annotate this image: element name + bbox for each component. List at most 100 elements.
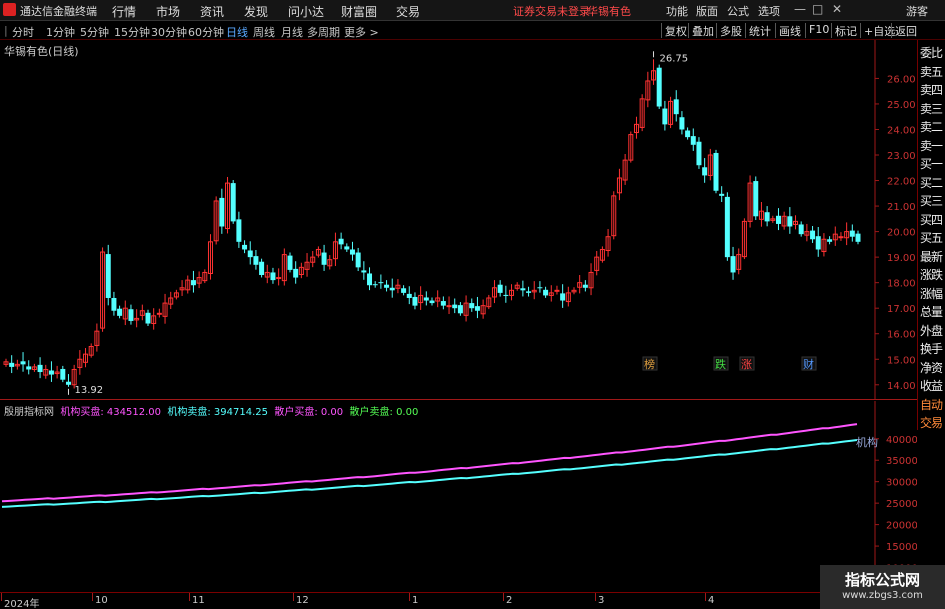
menu-formula[interactable]: 公式 [727, 3, 749, 19]
login-notice[interactable]: 证券交易未登录 [513, 3, 590, 19]
minimize-icon[interactable]: — [794, 2, 806, 16]
sidebar-item-2[interactable]: 卖四 [920, 81, 945, 100]
sidebar-item-16[interactable]: 换手 [920, 340, 945, 359]
period-60min[interactable]: 60分钟 [188, 24, 224, 40]
indicator-chart[interactable]: 机构 40000350003000025000200001500010000 [0, 401, 917, 591]
candle-down [236, 219, 242, 242]
candle-down [259, 261, 265, 276]
adjust-button[interactable]: 复权 [661, 23, 687, 38]
sidebar-item-10[interactable]: 买五 [920, 229, 945, 248]
price-tick-label: 16.00 [887, 330, 916, 341]
candle-down [724, 196, 730, 258]
indicator-tick-label: 15000 [886, 542, 917, 553]
candle-down [810, 230, 816, 240]
sidebar-item-6[interactable]: 买一 [920, 155, 945, 174]
candle-down [145, 312, 151, 324]
menu-layout[interactable]: 版面 [696, 3, 718, 19]
candle-down [730, 256, 736, 273]
f10-button[interactable]: F10 [805, 23, 829, 38]
candle-down [560, 293, 566, 301]
candle-down [537, 287, 543, 289]
inst-buy-line [1, 423, 858, 503]
period-15min[interactable]: 15分钟 [114, 24, 150, 40]
sidebar-item-13[interactable]: 涨幅 [920, 285, 945, 304]
sidebar-item-8[interactable]: 买三 [920, 192, 945, 211]
kline-chart[interactable]: 13.92 26.75 26.00 25.00 24.00 23.00 22.00 21.0… [0, 40, 917, 400]
sidebar-item-20[interactable]: 交易 [920, 414, 945, 433]
candle-down [520, 288, 526, 291]
close-icon[interactable]: ✕ [832, 2, 842, 16]
period-multi[interactable]: 多周期 [307, 24, 340, 40]
candle-down [469, 303, 475, 309]
period-more[interactable]: 更多 > [344, 24, 379, 40]
multi-stock-button[interactable]: 多股 [716, 23, 742, 38]
candle-down [128, 309, 134, 321]
menu-market[interactable]: 市场 [156, 3, 180, 20]
candle-down [270, 272, 276, 281]
candle-down [48, 370, 54, 375]
candle-down [293, 268, 299, 278]
candle-down [440, 301, 446, 306]
candle-down [190, 280, 196, 286]
sidebar-item-9[interactable]: 买四 [920, 211, 945, 230]
price-tick-label: 15.00 [887, 355, 916, 366]
menu-discover[interactable]: 发现 [244, 3, 268, 20]
period-intraday[interactable]: 分时 [12, 24, 34, 40]
menu-wealth[interactable]: 财富圈 [341, 3, 377, 20]
candle-down [372, 284, 378, 286]
candle-down [582, 284, 588, 288]
candle-down [855, 233, 861, 242]
candle-down [423, 297, 429, 301]
indicator-tick-label: 35000 [886, 456, 917, 467]
period-daily[interactable]: 日线 [226, 24, 248, 40]
sidebar-item-14[interactable]: 总量 [920, 303, 945, 322]
sidebar-item-3[interactable]: 卖三 [920, 100, 945, 119]
sidebar-item-7[interactable]: 买二 [920, 174, 945, 193]
sidebar-item-0[interactable]: 委比 [920, 44, 945, 63]
indicator-tick-label: 30000 [886, 478, 917, 489]
user-label[interactable]: 游客 [906, 3, 928, 19]
period-monthly[interactable]: 月线 [281, 24, 303, 40]
app-logo-icon [3, 3, 16, 16]
candle-down [378, 282, 384, 284]
maximize-icon[interactable]: □ [812, 2, 823, 16]
menu-function[interactable]: 功能 [666, 3, 688, 19]
candle-down [662, 108, 668, 125]
indicator-tick-label: 40000 [886, 435, 917, 446]
sidebar-item-19[interactable]: 自动 [920, 396, 945, 415]
period-weekly[interactable]: 周线 [253, 24, 275, 40]
candle-down [253, 256, 259, 265]
candle-down [526, 291, 532, 293]
candle-down [503, 294, 509, 296]
sidebar-item-12[interactable]: 涨跌 [920, 266, 945, 285]
add-favorite-button[interactable]: +自选 [860, 23, 895, 38]
menu-icon[interactable]: | [4, 24, 8, 37]
sidebar-item-18[interactable]: 收益 [920, 377, 945, 396]
stats-button[interactable]: 统计 [745, 23, 771, 38]
sidebar-item-11[interactable]: 最新 [920, 248, 945, 267]
period-30min[interactable]: 30分钟 [151, 24, 187, 40]
candle-up [554, 289, 560, 292]
chart-title: 华锡有色(日线) [4, 45, 79, 58]
date-tick-mark [409, 593, 410, 601]
candle-down [117, 308, 123, 316]
menu-news[interactable]: 资讯 [200, 3, 224, 20]
period-1min[interactable]: 1分钟 [46, 24, 75, 40]
period-5min[interactable]: 5分钟 [80, 24, 109, 40]
sidebar-item-15[interactable]: 外盘 [920, 322, 945, 341]
sidebar-item-17[interactable]: 净资 [920, 359, 945, 378]
overlay-button[interactable]: 叠加 [688, 23, 714, 38]
menu-quotes[interactable]: 行情 [112, 3, 136, 20]
menu-ask[interactable]: 问小达 [288, 3, 324, 20]
menu-trade[interactable]: 交易 [396, 3, 420, 20]
sidebar-item-4[interactable]: 卖二 [920, 118, 945, 137]
sidebar-item-5[interactable]: 卖一 [920, 137, 945, 156]
draw-button[interactable]: 画线 [775, 23, 801, 38]
candle-down [753, 181, 759, 217]
mark-button[interactable]: 标记 [831, 23, 857, 38]
back-button[interactable]: 返回 [891, 23, 917, 38]
menu-options[interactable]: 选项 [758, 3, 780, 19]
low-price-label: 13.92 [74, 385, 103, 396]
sidebar-item-1[interactable]: 卖五 [920, 63, 945, 82]
candle-down [247, 250, 253, 258]
